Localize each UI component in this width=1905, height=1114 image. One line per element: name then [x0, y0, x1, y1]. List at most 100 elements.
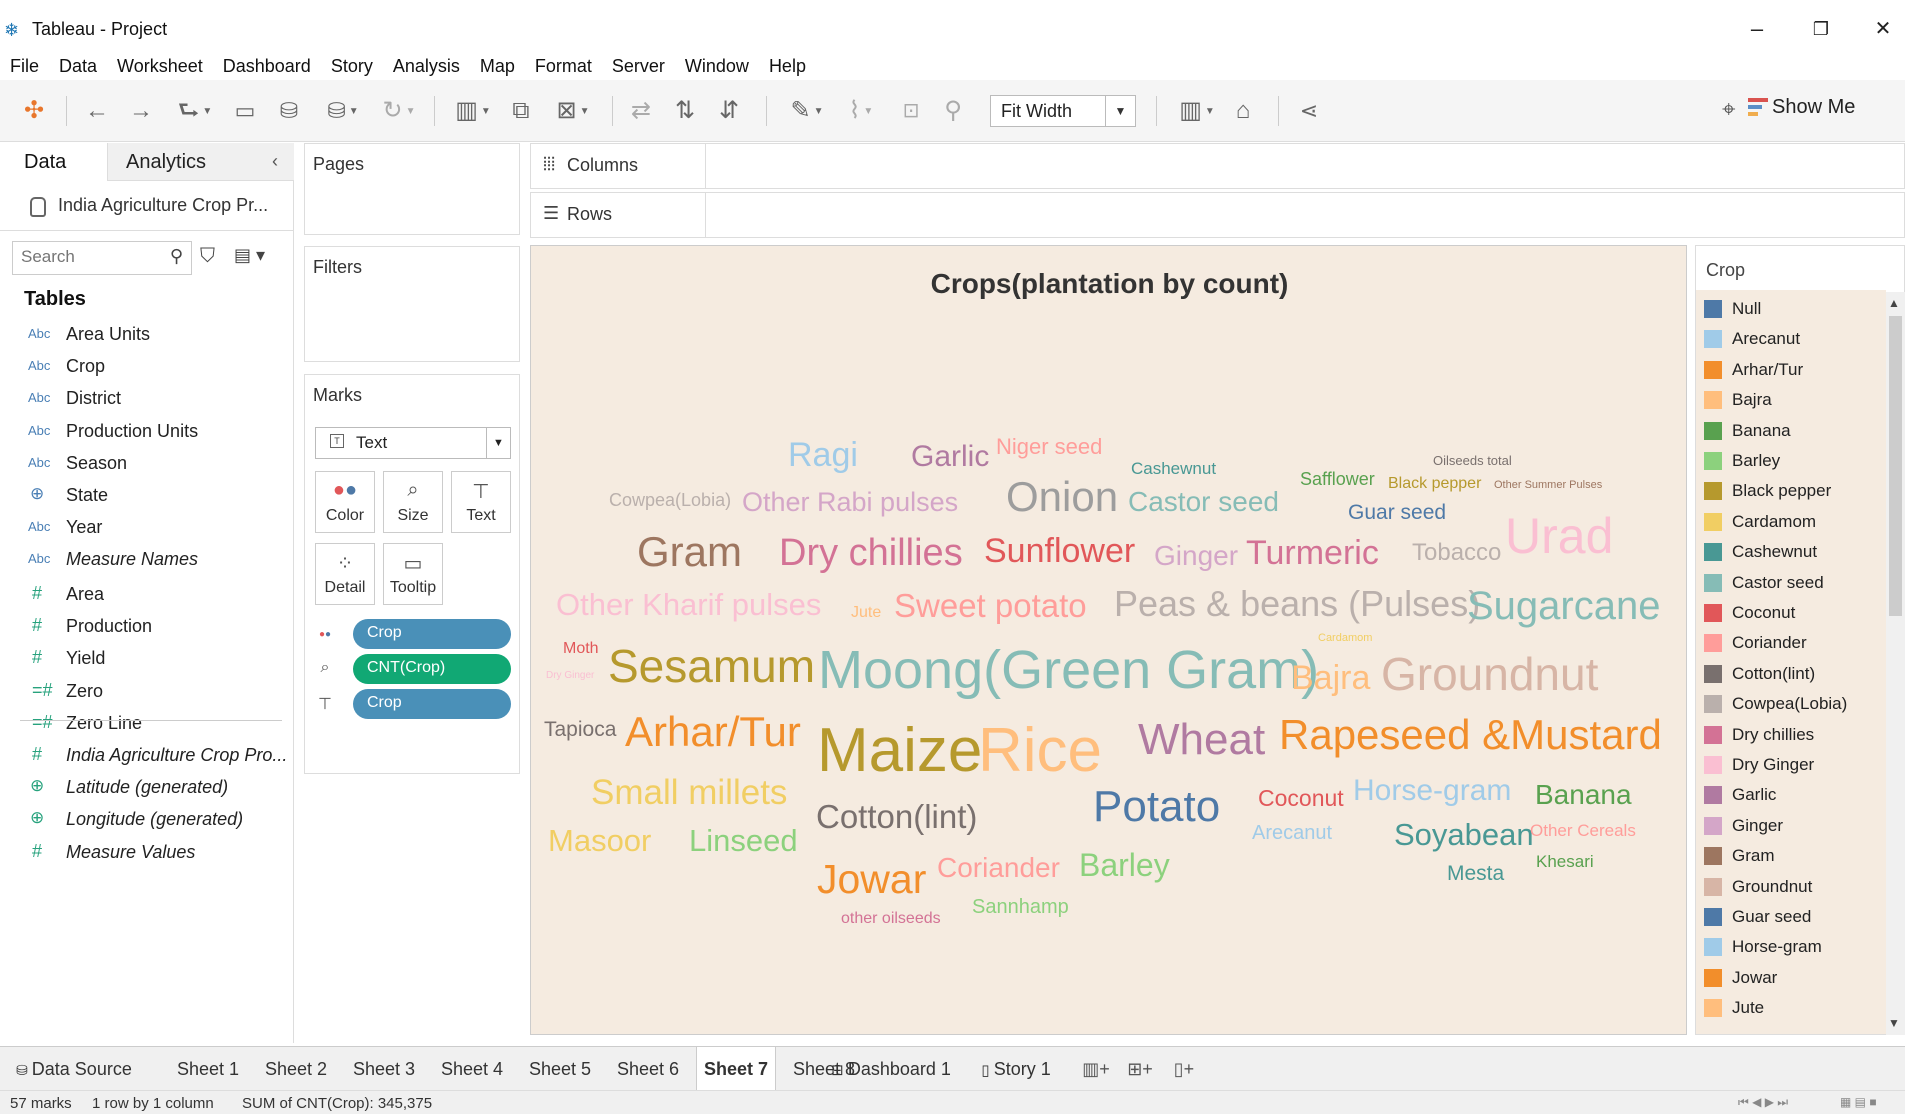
tableau-home-icon[interactable]: ✣ [18, 94, 50, 128]
redo-icon[interactable]: → [126, 94, 156, 128]
field-production[interactable]: # Production [0, 612, 294, 644]
word-gram[interactable]: Gram [637, 531, 742, 573]
columns-shelf[interactable]: ⦙⦙⦙ Columns [530, 143, 1905, 189]
legend-item[interactable]: Cashewnut [1704, 541, 1884, 567]
legend-item[interactable]: Arhar/Tur [1704, 359, 1884, 385]
fix-axes-icon[interactable]: ⚲ [938, 94, 968, 128]
word-linseed[interactable]: Linseed [689, 825, 798, 856]
word-ginger[interactable]: Ginger [1154, 542, 1238, 570]
field-season[interactable]: Abc Season [0, 449, 294, 481]
field-measure-names[interactable]: Abc Measure Names [0, 545, 294, 577]
word-barley[interactable]: Barley [1079, 849, 1170, 881]
word-ragi[interactable]: Ragi [788, 438, 858, 472]
undo-icon[interactable]: ← [82, 94, 112, 128]
new-story-tab-icon[interactable]: ▯+ [1164, 1047, 1204, 1091]
word-bajra[interactable]: Bajra [1291, 661, 1370, 695]
share-icon[interactable]: ⋖ [1294, 94, 1324, 128]
word-turmeric[interactable]: Turmeric [1246, 536, 1379, 570]
menu-window[interactable]: Window [675, 52, 759, 80]
menu-map[interactable]: Map [470, 52, 525, 80]
word-onion[interactable]: Onion [1006, 476, 1118, 518]
field-yield[interactable]: # Yield [0, 644, 294, 676]
legend-item[interactable]: Castor seed [1704, 572, 1884, 598]
legend-scrollbar[interactable]: ▲ ▼ [1886, 292, 1905, 1035]
word-oilseeds-total[interactable]: Oilseeds total [1433, 454, 1512, 467]
word-garlic[interactable]: Garlic [911, 442, 989, 472]
word-guar-seed[interactable]: Guar seed [1348, 502, 1446, 523]
show-labels-icon[interactable]: ⊡ [896, 94, 926, 128]
word-rice[interactable]: Rice [978, 720, 1102, 782]
legend-item[interactable]: Jute [1704, 997, 1884, 1023]
close-button[interactable]: ✕ [1868, 16, 1898, 42]
tab-dashboard-1[interactable]: ⊞ Dashboard 1 [826, 1047, 956, 1091]
legend-item[interactable]: Null [1704, 298, 1884, 324]
tab-sheet-5[interactable]: Sheet 5 [520, 1047, 600, 1091]
field-zero-line[interactable]: =# Zero Line [0, 709, 294, 741]
format-painter-icon[interactable]: ⌖ [1722, 96, 1736, 124]
highlight-icon[interactable]: ✎ ▼ [782, 94, 832, 128]
tab-sheet-1[interactable]: Sheet 1 [168, 1047, 248, 1091]
legend-item[interactable]: Arecanut [1704, 328, 1884, 354]
filters-card[interactable]: Filters [304, 246, 520, 362]
menu-dashboard[interactable]: Dashboard [213, 52, 321, 80]
field-crop[interactable]: Abc Crop [0, 352, 294, 384]
datasource-row[interactable]: India Agriculture Crop Pr... [0, 181, 294, 231]
presentation-mode-icon[interactable]: ⌂ [1228, 94, 1258, 128]
word-khesari[interactable]: Khesari [1536, 853, 1594, 870]
word-horse-gram[interactable]: Horse-gram [1353, 776, 1511, 806]
filter-icon[interactable]: ⛉ [200, 245, 215, 268]
legend-item[interactable]: Horse-gram [1704, 936, 1884, 962]
word-urad[interactable]: Urad [1505, 511, 1613, 561]
menu-worksheet[interactable]: Worksheet [107, 52, 213, 80]
scroll-up-icon[interactable]: ▲ [1888, 296, 1900, 310]
legend-item[interactable]: Cardamom [1704, 511, 1884, 537]
view-list-icon[interactable]: ▤ ▾ [234, 245, 265, 266]
tab-story-1[interactable]: ▯ Story 1 [966, 1047, 1066, 1091]
cnt-crop-size-pill[interactable]: CNT(Crop) [353, 654, 511, 684]
crop-color-pill[interactable]: Crop [353, 619, 511, 649]
field-latitude-generated[interactable]: ⊕ Latitude (generated) [0, 773, 294, 805]
fit-width-select[interactable]: Fit Width ▼ [990, 95, 1136, 127]
word-sannhamp[interactable]: Sannhamp [972, 897, 1069, 917]
legend-item[interactable]: Banana [1704, 420, 1884, 446]
sort-descending-icon[interactable]: ⇵ [714, 94, 744, 128]
word-rapeseed-mustard[interactable]: Rapeseed &Mustard [1279, 714, 1662, 756]
field-production-units[interactable]: Abc Production Units [0, 417, 294, 449]
legend-item[interactable]: Bajra [1704, 389, 1884, 415]
field-district[interactable]: Abc District [0, 384, 294, 416]
word-dry-ginger[interactable]: Dry Ginger [546, 671, 594, 681]
save-icon[interactable]: ▭ [230, 94, 260, 128]
tab-data-source[interactable]: ⛁ Data Source [10, 1047, 138, 1091]
clear-sheet-icon[interactable]: ⊠ ▼ [548, 94, 598, 128]
word-coriander[interactable]: Coriander [937, 854, 1060, 882]
word-coconut[interactable]: Coconut [1258, 787, 1344, 810]
word-soyabean[interactable]: Soyabean [1394, 819, 1534, 850]
legend-item[interactable]: Cotton(lint) [1704, 663, 1884, 689]
word-cotton-lint[interactable]: Cotton(lint) [816, 800, 977, 833]
word-other-oilseeds[interactable]: other oilseeds [841, 911, 941, 927]
scroll-down-icon[interactable]: ▼ [1888, 1016, 1900, 1030]
legend-item[interactable]: Dry Ginger [1704, 754, 1884, 780]
menu-story[interactable]: Story [321, 52, 383, 80]
menu-analysis[interactable]: Analysis [383, 52, 470, 80]
replay-icon[interactable]: ⮑ ▼ [170, 94, 220, 128]
word-other-summer-pulses[interactable]: Other Summer Pulses [1494, 480, 1602, 491]
word-other-cereals[interactable]: Other Cereals [1530, 822, 1636, 839]
word-wheat[interactable]: Wheat [1138, 718, 1265, 762]
legend-item[interactable]: Garlic [1704, 784, 1884, 810]
word-sugarcane[interactable]: Sugarcane [1467, 586, 1660, 626]
show-me-button[interactable]: Show Me [1772, 96, 1855, 119]
minimize-button[interactable]: – [1742, 16, 1772, 42]
tab-sheet-2[interactable]: Sheet 2 [256, 1047, 336, 1091]
word-castor-seed[interactable]: Castor seed [1128, 488, 1279, 516]
word-black-pepper[interactable]: Black pepper [1388, 476, 1481, 492]
legend-item[interactable]: Gram [1704, 845, 1884, 871]
legend-item[interactable]: Cowpea(Lobia) [1704, 693, 1884, 719]
word-safflower[interactable]: Safflower [1300, 470, 1375, 488]
word-cloud-view[interactable]: Crops(plantation by count) Ragi Garlic Nig… [530, 245, 1687, 1035]
legend-item[interactable]: Jowar [1704, 967, 1884, 993]
swap-icon[interactable]: ⇄ [626, 94, 656, 128]
word-other-rabi-pulses[interactable]: Other Rabi pulses [742, 489, 958, 516]
word-sesamum[interactable]: Sesamum [608, 643, 815, 689]
word-sweet-potato[interactable]: Sweet potato [894, 589, 1087, 622]
